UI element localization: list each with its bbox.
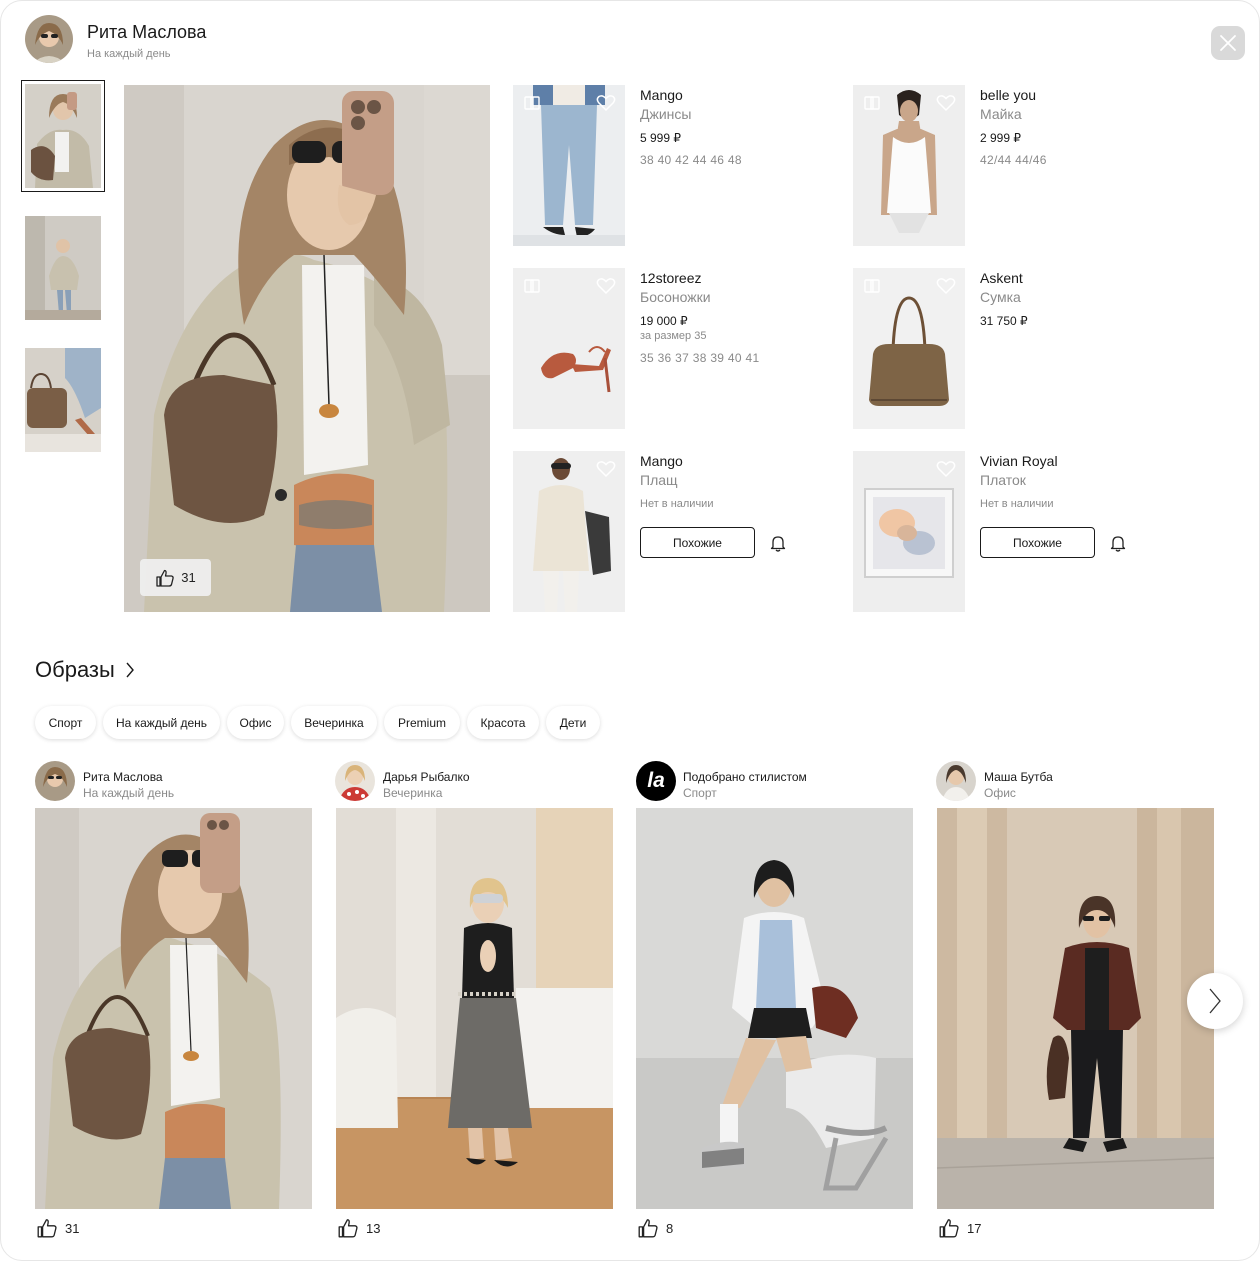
look-like-count: 13	[366, 1220, 381, 1236]
close-icon	[1220, 35, 1236, 51]
look-author-name[interactable]: Рита Маслова	[83, 770, 163, 784]
product-brand[interactable]: Askent	[980, 270, 1023, 286]
thumbs-up-icon	[156, 569, 175, 587]
main-photo-like-button[interactable]: 31	[140, 559, 211, 596]
product-price: 31 750 ₽	[980, 314, 1028, 328]
heart-icon[interactable]	[596, 94, 616, 112]
filter-chip-sport[interactable]: Спорт	[35, 706, 96, 739]
outfit-modal: Рита Маслова На каждый день 31 Mango Джи…	[0, 0, 1260, 1261]
thumbs-up-icon	[338, 1219, 358, 1238]
cards-icon[interactable]	[863, 95, 881, 111]
look-category: На каждый день	[83, 786, 175, 800]
thumbnail-1[interactable]	[25, 84, 101, 188]
look-author-name[interactable]: Маша Бутба	[984, 770, 1053, 784]
look-like-count: 17	[967, 1220, 982, 1236]
look-photo[interactable]	[636, 808, 913, 1209]
filter-chip-party[interactable]: Вечеринка	[291, 706, 377, 739]
cards-icon[interactable]	[863, 278, 881, 294]
look-like-button[interactable]: 13	[337, 1217, 380, 1239]
heart-icon[interactable]	[936, 460, 956, 478]
stylist-badge-logo: la	[647, 769, 665, 792]
look-like-button[interactable]: 17	[938, 1217, 981, 1239]
thumbnail-2[interactable]	[25, 216, 101, 320]
look-like-count: 31	[65, 1220, 80, 1236]
look-author-avatar[interactable]	[35, 761, 75, 801]
similar-button[interactable]: Похожие	[980, 527, 1095, 558]
similar-button[interactable]: Похожие	[640, 527, 755, 558]
chevron-right-icon	[126, 662, 134, 678]
look-photo[interactable]	[35, 808, 312, 1209]
look-photo[interactable]	[336, 808, 613, 1209]
heart-icon[interactable]	[596, 277, 616, 295]
product-price: 5 999 ₽	[640, 131, 681, 145]
product-type: Сумка	[980, 289, 1021, 305]
bell-icon[interactable]	[1109, 534, 1127, 552]
product-brand[interactable]: belle you	[980, 87, 1036, 103]
product-image-tank-top[interactable]	[853, 85, 965, 246]
look-category: Вечеринка	[383, 786, 443, 800]
filter-chip-kids[interactable]: Дети	[546, 706, 600, 739]
product-sizes: 35 36 37 38 39 40 41	[640, 351, 760, 365]
product-size-note: за размер 35	[640, 330, 707, 342]
chevron-right-icon	[1209, 988, 1221, 1014]
look-author-avatar[interactable]	[936, 761, 976, 801]
product-sizes: 38 40 42 44 46 48	[640, 153, 742, 167]
thumbs-up-icon	[638, 1219, 658, 1238]
looks-title-text: Образы	[35, 657, 115, 682]
look-author-avatar[interactable]	[335, 761, 375, 801]
look-like-button[interactable]: 31	[36, 1217, 79, 1239]
product-stock-status: Нет в наличии	[980, 498, 1054, 510]
cards-icon[interactable]	[523, 95, 541, 111]
author-avatar[interactable]	[25, 15, 73, 63]
product-stock-status: Нет в наличии	[640, 498, 714, 510]
product-type: Джинсы	[640, 106, 692, 122]
bell-icon[interactable]	[769, 534, 787, 552]
author-name[interactable]: Рита Маслова	[87, 22, 206, 43]
product-type: Майка	[980, 106, 1022, 122]
product-brand[interactable]: 12storeez	[640, 270, 701, 286]
main-outfit-photo[interactable]	[124, 85, 490, 612]
look-category: Офис	[984, 786, 1016, 800]
looks-section-title[interactable]: Образы	[35, 657, 135, 683]
look-like-count: 8	[666, 1220, 674, 1236]
product-brand[interactable]: Vivian Royal	[980, 453, 1058, 469]
product-image-sandals[interactable]	[513, 268, 625, 429]
filter-chip-office[interactable]: Офис	[227, 706, 284, 739]
product-image-bag[interactable]	[853, 268, 965, 429]
main-photo-like-count: 31	[181, 570, 196, 585]
product-image-coat[interactable]	[513, 451, 625, 612]
filter-chip-premium[interactable]: Premium	[384, 706, 460, 739]
product-type: Босоножки	[640, 289, 711, 305]
product-sizes: 42/44 44/46	[980, 153, 1047, 167]
filter-chip-everyday[interactable]: На каждый день	[103, 706, 220, 739]
cards-icon[interactable]	[523, 278, 541, 294]
product-price: 19 000 ₽	[640, 314, 688, 328]
thumbs-up-icon	[939, 1219, 959, 1238]
heart-icon[interactable]	[596, 460, 616, 478]
look-category: Спорт	[683, 786, 717, 800]
look-author-name[interactable]: Дарья Рыбалко	[383, 770, 470, 784]
thumbs-up-icon	[37, 1219, 57, 1238]
look-author-avatar[interactable]: la	[636, 761, 676, 801]
carousel-next-button[interactable]	[1187, 973, 1243, 1029]
heart-icon[interactable]	[936, 277, 956, 295]
author-category: На каждый день	[87, 48, 171, 60]
product-brand[interactable]: Mango	[640, 453, 683, 469]
look-photo[interactable]	[937, 808, 1214, 1209]
look-like-button[interactable]: 8	[637, 1217, 673, 1239]
product-image-jeans[interactable]	[513, 85, 625, 246]
filter-chip-beauty[interactable]: Красота	[467, 706, 539, 739]
close-button[interactable]	[1211, 26, 1245, 60]
product-image-scarf[interactable]	[853, 451, 965, 612]
product-price: 2 999 ₽	[980, 131, 1021, 145]
product-type: Платок	[980, 472, 1026, 488]
product-brand[interactable]: Mango	[640, 87, 683, 103]
thumbnail-3[interactable]	[25, 348, 101, 452]
look-author-name[interactable]: Подобрано стилистом	[683, 770, 807, 784]
product-type: Плащ	[640, 472, 678, 488]
heart-icon[interactable]	[936, 94, 956, 112]
